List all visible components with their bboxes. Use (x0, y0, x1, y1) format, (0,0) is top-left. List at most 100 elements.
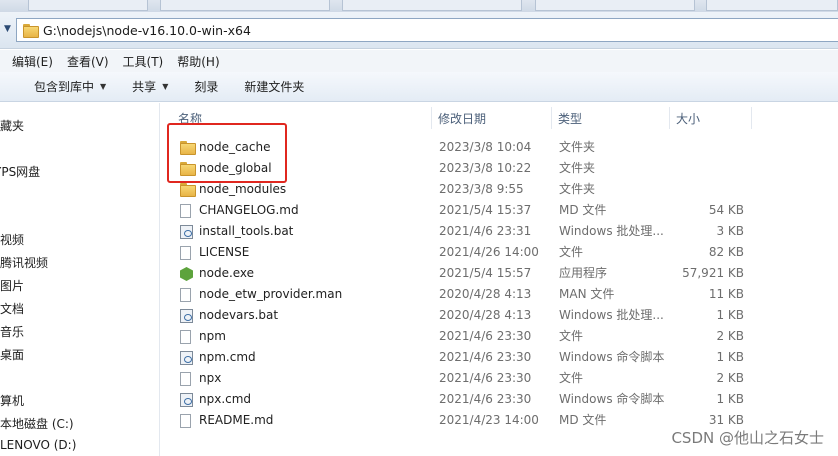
file-modified-date: 2020/4/28 4:13 (439, 287, 532, 301)
file-type: 应用程序 (559, 266, 608, 280)
navigation-pane: 藏夹 YPS网盘 视频 腾讯视频 图片 文档 音乐 桌面 算机 本地磁盘 (C:… (0, 103, 160, 456)
nav-item-wps-drive[interactable]: YPS网盘 (0, 163, 40, 180)
include-in-library-label: 包含到库中 (34, 80, 95, 94)
file-size: 3 KB (716, 224, 744, 238)
share-label: 共享 (132, 80, 157, 94)
file-row[interactable]: npx 2021/4/6 23:30 文件 2 KB (160, 368, 838, 389)
file-name: nodevars.bat (199, 308, 279, 322)
nav-item-music[interactable]: 音乐 (0, 323, 24, 340)
back-arrow-icon[interactable]: ▼ (4, 24, 14, 36)
highlight-box (167, 123, 287, 183)
file-row[interactable]: node.exe 2021/5/4 15:57 应用程序 57,921 KB (160, 263, 838, 284)
address-bar[interactable]: G:\nodejs\node-v16.10.0-win-x64 (16, 18, 838, 42)
burn-label: 刻录 (194, 80, 219, 94)
file-modified-date: 2021/4/26 14:00 (439, 245, 539, 259)
watermark: CSDN @他山之石女士 (671, 429, 824, 447)
share-button[interactable]: 共享 ▼ (132, 78, 168, 95)
file-size (668, 179, 744, 200)
file-modified-date: 2021/5/4 15:57 (439, 266, 532, 280)
file-size: 1 KB (716, 308, 744, 322)
batch-file-icon (180, 351, 193, 365)
chevron-down-icon: ▼ (100, 82, 107, 91)
file-size: 1 KB (716, 392, 744, 406)
burn-button[interactable]: 刻录 (194, 78, 218, 95)
include-in-library-button[interactable]: 包含到库中 ▼ (34, 78, 106, 95)
file-type: MD 文件 (559, 413, 607, 427)
nav-item-documents[interactable]: 文档 (0, 300, 24, 317)
column-header-type[interactable]: 类型 (552, 107, 670, 129)
file-row[interactable]: LICENSE 2021/4/26 14:00 文件 82 KB (160, 242, 838, 263)
batch-file-icon (180, 393, 193, 407)
background-tab[interactable] (535, 0, 695, 11)
file-modified-date: 2023/3/8 10:22 (439, 161, 532, 175)
batch-file-icon (180, 225, 193, 239)
document-icon (180, 246, 191, 260)
file-modified-date: 2021/4/6 23:30 (439, 371, 532, 385)
column-header-size[interactable]: 大小 (670, 107, 752, 129)
file-modified-date: 2021/4/6 23:31 (439, 224, 532, 238)
nav-item-videos[interactable]: 视频 (0, 231, 24, 248)
address-path[interactable]: G:\nodejs\node-v16.10.0-win-x64 (43, 23, 251, 38)
nav-item-drive-c[interactable]: 本地磁盘 (C:) (0, 415, 74, 432)
document-icon (180, 414, 191, 428)
file-modified-date: 2021/4/6 23:30 (439, 350, 532, 364)
file-name: node_etw_provider.man (199, 287, 343, 301)
background-tab[interactable] (342, 0, 522, 11)
file-row[interactable]: npm.cmd 2021/4/6 23:30 Windows 命令脚本 1 KB (160, 347, 838, 368)
file-row[interactable]: node_etw_provider.man 2020/4/28 4:13 MAN 文… (160, 284, 838, 305)
file-size (668, 158, 744, 179)
file-type: Windows 命令脚本 (559, 392, 665, 406)
file-row[interactable]: install_tools.bat 2021/4/6 23:31 Windows 批… (160, 221, 838, 242)
file-row[interactable]: CHANGELOG.md 2021/5/4 15:37 MD 文件 54 KB (160, 200, 838, 221)
file-row[interactable]: nodevars.bat 2020/4/28 4:13 Windows 批处理...… (160, 305, 838, 326)
menu-view[interactable]: 查看(V) (67, 53, 109, 70)
background-tab[interactable] (28, 0, 148, 11)
address-bar-row: ▼ G:\nodejs\node-v16.10.0-win-x64 (0, 12, 838, 49)
file-name: npm.cmd (199, 350, 256, 364)
new-folder-button[interactable]: 新建文件夹 (244, 78, 304, 95)
file-size: 54 KB (708, 203, 744, 217)
file-modified-date: 2021/4/23 14:00 (439, 413, 539, 427)
menu-edit[interactable]: 编辑(E) (12, 53, 53, 70)
file-type: MD 文件 (559, 203, 607, 217)
file-type: Windows 批处理... (559, 224, 664, 238)
menu-tools[interactable]: 工具(T) (123, 53, 164, 70)
menu-help[interactable]: 帮助(H) (177, 53, 219, 70)
folder-icon (180, 183, 196, 197)
file-modified-date: 2021/4/6 23:30 (439, 392, 532, 406)
file-size: 57,921 KB (682, 266, 744, 280)
file-row[interactable]: npm 2021/4/6 23:30 文件 2 KB (160, 326, 838, 347)
file-name: npm (199, 329, 226, 343)
nav-item-drive-d[interactable]: LENOVO (D:) (0, 438, 76, 452)
background-tab[interactable] (706, 0, 838, 11)
file-type: 文件夹 (559, 161, 596, 175)
batch-file-icon (180, 309, 193, 323)
file-size: 82 KB (708, 245, 744, 259)
command-bar: 包含到库中 ▼ 共享 ▼ 刻录 新建文件夹 (0, 72, 838, 102)
file-type: 文件夹 (559, 140, 596, 154)
nav-item-tencent-video[interactable]: 腾讯视频 (0, 254, 48, 271)
file-type: 文件 (559, 371, 584, 385)
file-size: 1 KB (716, 350, 744, 364)
file-modified-date: 2023/3/8 10:04 (439, 140, 532, 154)
file-name: node.exe (199, 266, 255, 280)
nav-item-pictures[interactable]: 图片 (0, 277, 24, 294)
background-tab[interactable] (160, 0, 330, 11)
file-row[interactable]: npx.cmd 2021/4/6 23:30 Windows 命令脚本 1 KB (160, 389, 838, 410)
file-type: Windows 批处理... (559, 308, 664, 322)
file-size: 11 KB (708, 287, 744, 301)
document-icon (180, 372, 191, 386)
column-header-date[interactable]: 修改日期 (432, 107, 552, 129)
nav-item-computer[interactable]: 算机 (0, 392, 24, 409)
file-size: 2 KB (716, 371, 744, 385)
nav-item-desktop[interactable]: 桌面 (0, 346, 24, 363)
file-type: 文件夹 (559, 182, 596, 196)
file-modified-date: 2021/4/6 23:30 (439, 329, 532, 343)
file-size: 2 KB (716, 329, 744, 343)
file-name: CHANGELOG.md (199, 203, 299, 217)
new-folder-label: 新建文件夹 (244, 80, 305, 94)
browser-tab-strip (0, 0, 838, 12)
nav-item-favorites[interactable]: 藏夹 (0, 117, 24, 134)
file-type: MAN 文件 (559, 287, 615, 301)
file-type: 文件 (559, 245, 584, 259)
